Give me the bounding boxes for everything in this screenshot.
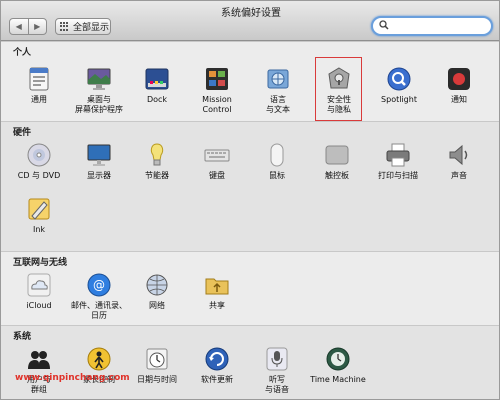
pref-label: 通知: [451, 95, 467, 104]
sharing-icon: [204, 272, 230, 298]
pref-label: 通用: [31, 95, 47, 104]
date-time-icon: [144, 346, 170, 372]
pref-users-groups[interactable]: 用户与 群组: [9, 346, 69, 395]
mail-icon: @: [86, 272, 112, 298]
pref-spotlight[interactable]: Spotlight: [369, 66, 429, 105]
pref-label: 语言 与文本: [266, 95, 290, 114]
pref-icloud[interactable]: iCloud: [9, 272, 69, 311]
pref-label: 键盘: [209, 171, 225, 180]
general-icon: [26, 66, 52, 92]
pref-label: 触控板: [325, 171, 349, 180]
pref-label: Dock: [146, 95, 168, 104]
pref-label: 打印与扫描: [378, 171, 418, 180]
mission-control-icon: [204, 66, 230, 92]
pref-general[interactable]: 通用: [9, 66, 69, 105]
pref-mission-control[interactable]: Mission Control: [187, 66, 247, 115]
pref-label: Spotlight: [381, 95, 417, 104]
pref-mouse[interactable]: 鼠标: [247, 142, 307, 181]
pref-ink[interactable]: Ink: [9, 196, 69, 235]
pref-trackpad[interactable]: 触控板: [307, 142, 367, 181]
ink-icon: [26, 196, 52, 222]
pref-desktop-screensaver[interactable]: 桌面与 屏幕保护程序: [69, 66, 129, 115]
pref-network[interactable]: 网络: [127, 272, 187, 311]
pref-time-machine[interactable]: Time Machine: [307, 346, 369, 385]
pref-keyboard[interactable]: 键盘: [187, 142, 247, 181]
trackpad-icon: [324, 142, 350, 168]
section-system: 系统 用户与 群组 家长控制 日期与时间 软件更新 听写 与语音 Time Ma…: [1, 325, 499, 399]
section-title: 系统: [13, 332, 32, 342]
mouse-icon: [264, 142, 290, 168]
spotlight-icon: [386, 66, 412, 92]
pref-dock[interactable]: Dock: [127, 66, 187, 105]
pref-sound[interactable]: 声音: [429, 142, 489, 181]
pref-label: 网络: [149, 301, 165, 310]
pref-label: 显示器: [87, 171, 111, 180]
users-icon: [26, 346, 52, 372]
language-icon: [265, 66, 291, 92]
pref-sharing[interactable]: 共享: [187, 272, 247, 311]
pref-displays[interactable]: 显示器: [69, 142, 129, 181]
pref-label: Mission Control: [202, 95, 232, 114]
nav-buttons: ◀ ▶: [9, 18, 47, 35]
notifications-icon: [446, 66, 472, 92]
pref-label: 共享: [209, 301, 225, 310]
toolbar: 系统偏好设置 ◀ ▶ 全部显示: [1, 1, 499, 41]
dock-icon: [144, 66, 170, 92]
pref-label: 声音: [451, 171, 467, 180]
pref-label: 节能器: [145, 171, 169, 180]
pref-dictation-speech[interactable]: 听写 与语音: [247, 346, 307, 395]
icloud-icon: [26, 272, 52, 298]
pref-cd-dvd[interactable]: CD 与 DVD: [9, 142, 69, 181]
pref-software-update[interactable]: 软件更新: [187, 346, 247, 385]
keyboard-icon: [204, 142, 230, 168]
system-preferences-window: 系统偏好设置 ◀ ▶ 全部显示 个人 通用 桌面与 屏幕保护程序 Dock Mi…: [0, 0, 500, 400]
grid-icon: [60, 22, 69, 31]
pref-label: 邮件、通讯录、 日历: [71, 301, 127, 320]
back-button[interactable]: ◀: [10, 19, 28, 34]
pref-notifications[interactable]: 通知: [429, 66, 489, 105]
cd-dvd-icon: [26, 142, 52, 168]
section-personal: 个人 通用 桌面与 屏幕保护程序 Dock Mission Control 语言…: [1, 41, 499, 121]
parental-controls-icon: [86, 346, 112, 372]
pref-label: 鼠标: [269, 171, 285, 180]
highlight-box: [315, 57, 362, 121]
pref-label: 软件更新: [201, 375, 233, 384]
pref-mail-contacts-calendars[interactable]: @ 邮件、通讯录、 日历: [69, 272, 129, 321]
network-icon: [144, 272, 170, 298]
pref-label: iCloud: [26, 301, 52, 310]
forward-button[interactable]: ▶: [27, 19, 47, 34]
dictation-icon: [264, 346, 290, 372]
pref-label: CD 与 DVD: [17, 171, 61, 180]
pref-label: 桌面与 屏幕保护程序: [75, 95, 123, 114]
search-input[interactable]: [371, 16, 493, 36]
pref-label: 听写 与语音: [265, 375, 289, 394]
software-update-icon: [204, 346, 230, 372]
section-title: 硬件: [13, 128, 32, 138]
section-hardware: 硬件 CD 与 DVD 显示器 节能器 键盘 鼠标 触控板 打印与扫描 声音 I…: [1, 121, 499, 251]
pref-date-time[interactable]: 日期与时间: [127, 346, 187, 385]
pref-print-scan[interactable]: 打印与扫描: [368, 142, 428, 181]
desktop-icon: [86, 66, 112, 92]
pref-label: Time Machine: [310, 375, 366, 384]
pref-language-text[interactable]: 语言 与文本: [248, 66, 308, 115]
watermark: www.qinpinchang.com: [15, 373, 130, 383]
pref-label: 日期与时间: [137, 375, 177, 384]
show-all-button[interactable]: 全部显示: [55, 18, 111, 35]
section-title: 个人: [13, 48, 32, 58]
section-internet-wireless: 互联网与无线 iCloud @ 邮件、通讯录、 日历 网络 共享: [1, 251, 499, 325]
pref-label: Ink: [32, 225, 46, 234]
pref-energy-saver[interactable]: 节能器: [127, 142, 187, 181]
show-all-label: 全部显示: [73, 23, 110, 33]
sound-icon: [446, 142, 472, 168]
search-icon: [379, 20, 389, 30]
svg-text:@: @: [93, 278, 105, 292]
printer-icon: [385, 142, 411, 168]
time-machine-icon: [325, 346, 351, 372]
energy-saver-icon: [144, 142, 170, 168]
display-icon: [86, 142, 112, 168]
section-title: 互联网与无线: [13, 258, 68, 268]
